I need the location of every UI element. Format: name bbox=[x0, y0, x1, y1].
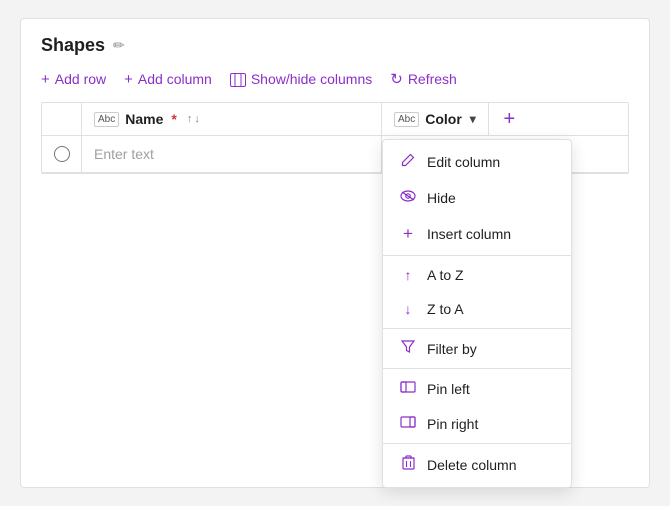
sort-asc-icon[interactable]: ↑ bbox=[187, 113, 193, 125]
divider-3 bbox=[383, 368, 571, 369]
pin-left-icon bbox=[399, 380, 417, 397]
add-column-button[interactable]: + Add column bbox=[124, 71, 212, 88]
required-marker: * bbox=[171, 111, 176, 127]
divider-1 bbox=[383, 255, 571, 256]
insert-column-icon: + bbox=[399, 224, 417, 244]
add-column-icon: + bbox=[124, 71, 133, 88]
sort-icons: ↑ ↓ bbox=[187, 113, 200, 125]
hide-icon bbox=[399, 189, 417, 206]
z-to-a-icon: ↓ bbox=[399, 301, 417, 317]
dropdown-item-edit-column[interactable]: Edit column bbox=[383, 144, 571, 180]
name-type-badge: Abc bbox=[94, 112, 119, 127]
filter-by-icon bbox=[399, 340, 417, 357]
delete-column-icon bbox=[399, 455, 417, 474]
dropdown-item-pin-left[interactable]: Pin left bbox=[383, 371, 571, 406]
dropdown-item-hide[interactable]: Hide bbox=[383, 180, 571, 215]
main-card: Shapes ✏ + Add row + Add column Show/hid… bbox=[20, 18, 650, 488]
a-to-z-icon: ↑ bbox=[399, 267, 417, 283]
dropdown-item-pin-right[interactable]: Pin right bbox=[383, 406, 571, 441]
name-placeholder: Enter text bbox=[94, 146, 154, 162]
pin-right-icon bbox=[399, 415, 417, 432]
table-header: Abc Name * ↑ ↓ Abc Color ▾ bbox=[42, 103, 628, 136]
divider-2 bbox=[383, 328, 571, 329]
color-type-badge: Abc bbox=[394, 112, 419, 127]
divider-4 bbox=[383, 443, 571, 444]
row-radio[interactable] bbox=[54, 146, 70, 162]
column-dropdown-menu: Edit column Hide + bbox=[382, 139, 572, 488]
dropdown-item-insert-column[interactable]: + Insert column bbox=[383, 215, 571, 253]
dropdown-item-z-to-a[interactable]: ↓ Z to A bbox=[383, 292, 571, 326]
th-checkbox bbox=[42, 103, 82, 135]
show-hide-icon bbox=[230, 71, 246, 88]
show-hide-columns-button[interactable]: Show/hide columns bbox=[230, 71, 372, 88]
dropdown-item-delete-column[interactable]: Delete column bbox=[383, 446, 571, 483]
td-name-input: Enter text bbox=[82, 136, 382, 172]
td-checkbox[interactable] bbox=[42, 136, 82, 172]
add-row-icon: + bbox=[41, 71, 50, 88]
dropdown-item-filter-by[interactable]: Filter by bbox=[383, 331, 571, 366]
edit-column-icon bbox=[399, 153, 417, 171]
edit-title-icon[interactable]: ✏ bbox=[113, 37, 125, 54]
th-color: Abc Color ▾ bbox=[382, 103, 488, 135]
refresh-icon: ↻ bbox=[390, 70, 403, 88]
th-name: Abc Name * ↑ ↓ bbox=[82, 103, 382, 135]
card-title: Shapes bbox=[41, 35, 105, 56]
color-column-chevron[interactable]: ▾ bbox=[470, 112, 476, 126]
dropdown-item-a-to-z[interactable]: ↑ A to Z bbox=[383, 258, 571, 292]
add-column-button-table[interactable]: + bbox=[488, 103, 530, 135]
refresh-button[interactable]: ↻ Refresh bbox=[390, 70, 457, 88]
sort-desc-icon[interactable]: ↓ bbox=[194, 113, 200, 125]
toolbar: + Add row + Add column Show/hide columns… bbox=[41, 70, 629, 88]
card-header: Shapes ✏ bbox=[41, 35, 629, 56]
add-column-plus-icon: + bbox=[503, 109, 515, 129]
data-table: Abc Name * ↑ ↓ Abc Color ▾ bbox=[41, 102, 629, 174]
add-row-button[interactable]: + Add row bbox=[41, 71, 106, 88]
th-color-wrap: Abc Color ▾ Edit column bbox=[382, 103, 488, 135]
